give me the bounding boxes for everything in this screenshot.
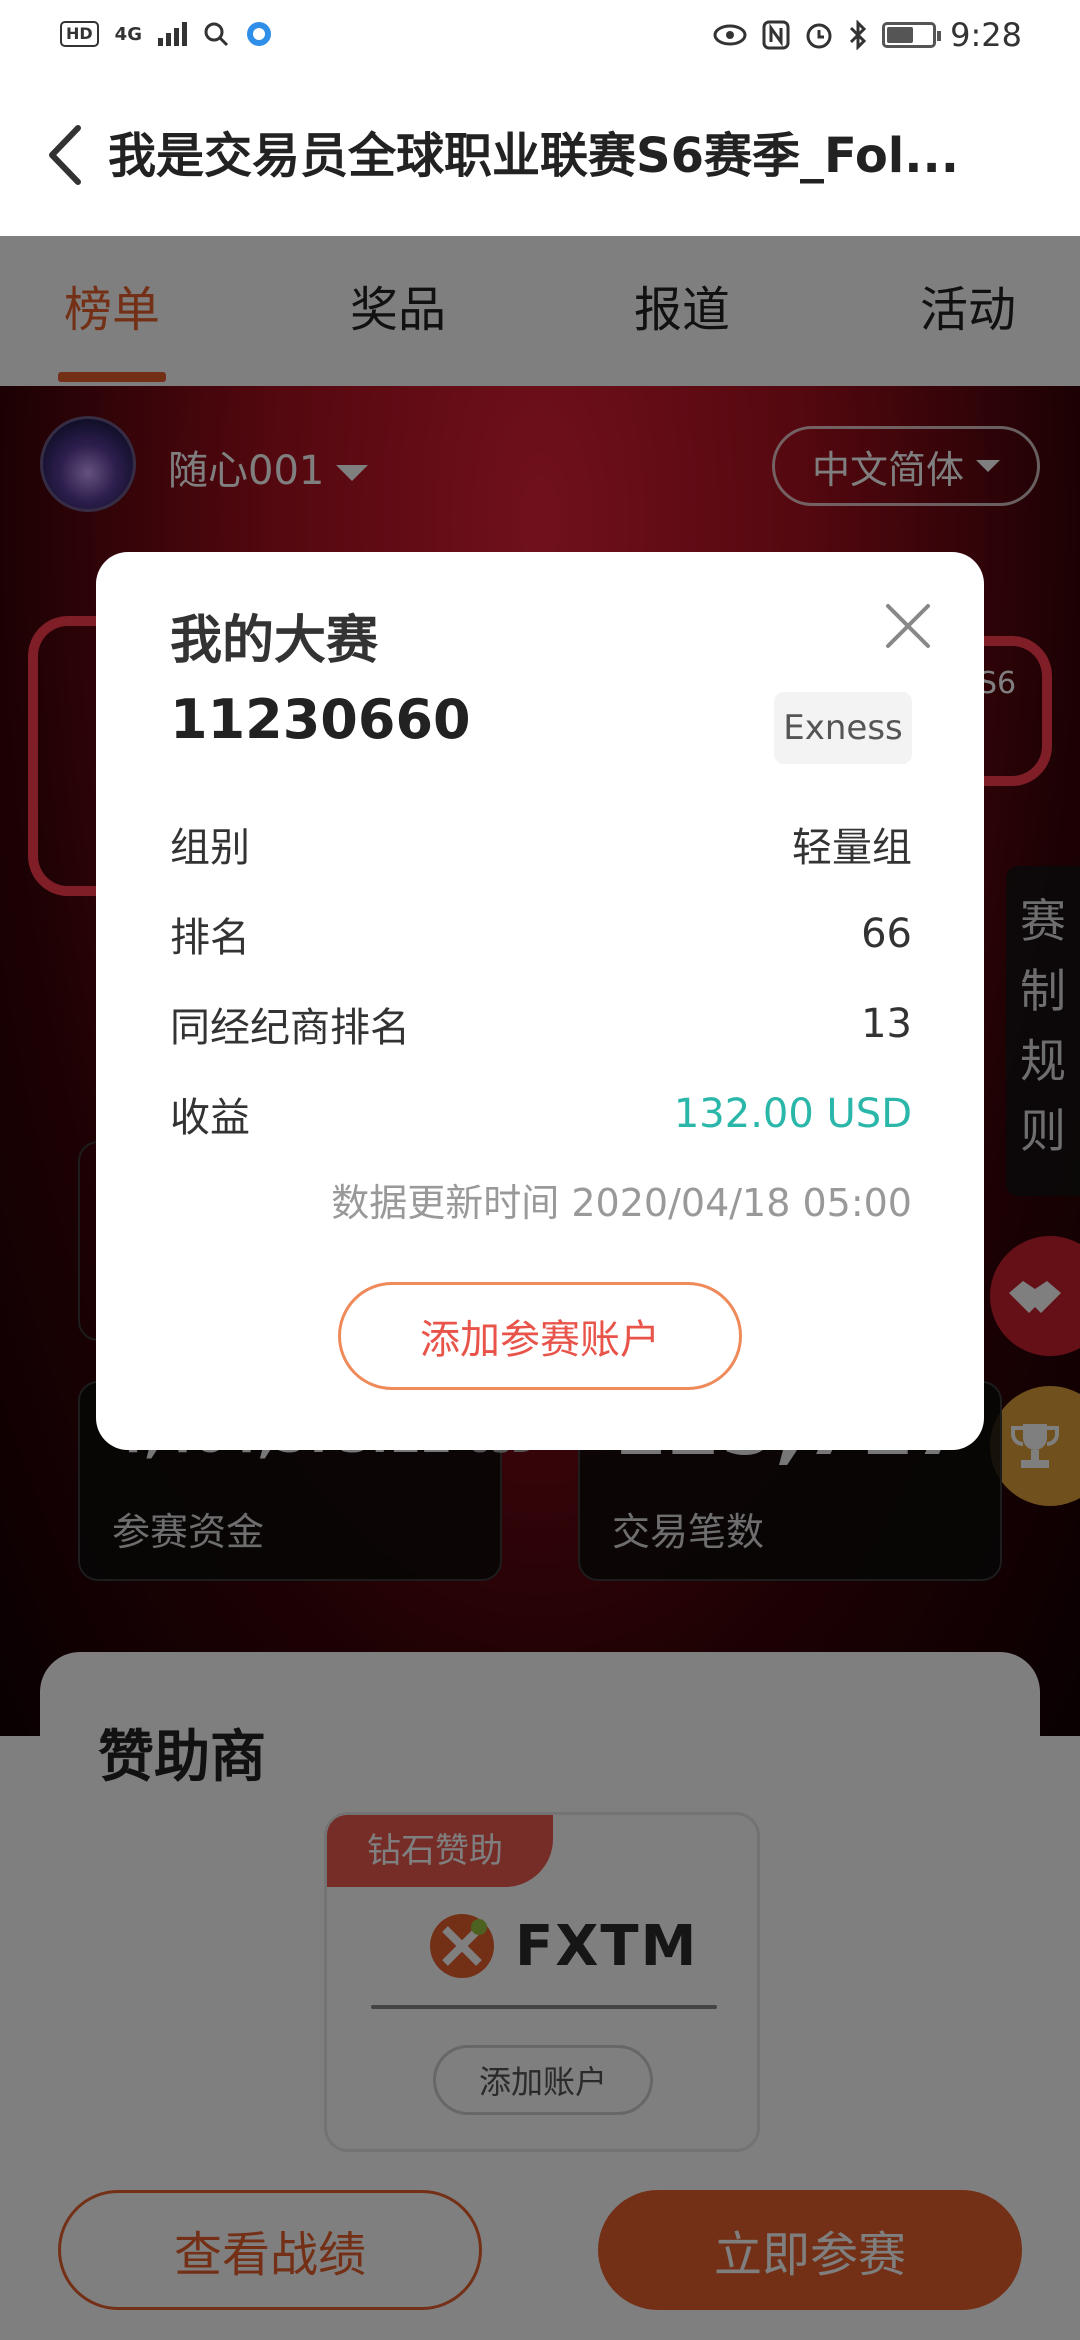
row-label: 收益 [170,1095,250,1141]
header: 我是交易员全球职业联赛S6赛季_Fol... [0,76,1080,236]
status-left: HD 4G [60,20,273,48]
row-value: 66 [861,911,912,957]
page-title: 我是交易员全球职业联赛S6赛季_Fol... [108,128,959,184]
clock: 9:28 [950,16,1022,54]
nfc-icon [762,20,790,50]
dialog-title: 我的大赛 [170,611,379,671]
eye-icon [713,24,747,46]
row-value: 13 [861,1001,912,1047]
search-icon [204,22,229,47]
alarm-icon [806,23,832,49]
hd-badge: HD [60,21,99,47]
info-row: 排名 66 [170,904,912,964]
browser-icon [246,22,271,46]
row-value: 132.00 USD [673,1091,912,1137]
bluetooth-icon [850,20,867,50]
my-contest-dialog: 我的大赛 11230660 Exness 组别 轻量组 排名 66 同经纪商排名… [96,552,984,1450]
add-contest-account-button[interactable]: 添加参赛账户 [338,1282,742,1390]
row-label: 同经纪商排名 [170,1005,410,1051]
row-label: 组别 [170,825,250,871]
update-time: 数据更新时间 2020/04/18 05:00 [331,1181,912,1225]
account-number: 11230660 [170,688,471,751]
signal-icon [157,22,187,46]
status-right: 9:28 [712,16,1022,54]
battery-icon [882,22,942,48]
broker-badge: Exness [774,692,912,764]
network-label: 4G [114,23,142,45]
row-value: 轻量组 [792,825,912,871]
row-label: 排名 [170,915,250,961]
info-row: 同经纪商排名 13 [170,994,912,1054]
back-arrow-icon[interactable] [40,120,90,190]
status-bar: HD 4G 9:28 [0,0,1080,76]
info-row: 收益 132.00 USD [170,1084,912,1144]
close-icon[interactable] [882,600,934,652]
info-row: 组别 轻量组 [170,814,912,874]
